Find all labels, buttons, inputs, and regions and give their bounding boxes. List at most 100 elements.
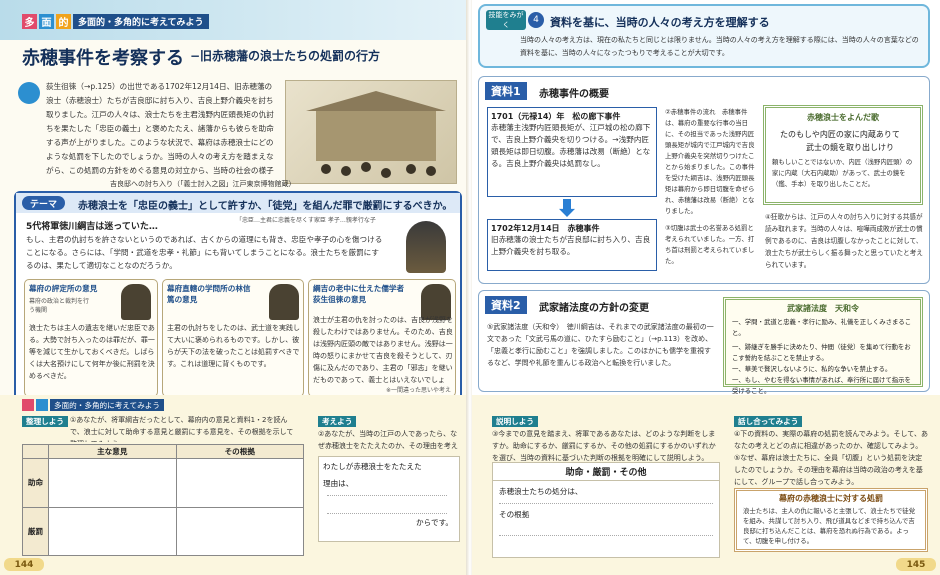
- opinion-text: 浪士たちは主人の遺志を継いだ忠臣である。大勢で討ち入ったのは罪だが、罪一等を減じ…: [29, 324, 155, 380]
- skill-panel: 技能をみがく 4 資料を基に、当時の人々の考え方を理解する 当時の人々の考え方は…: [478, 4, 930, 68]
- page-number: 144: [4, 558, 44, 571]
- source1-label: 資料1: [485, 82, 527, 100]
- fill-end: からです。: [416, 518, 453, 527]
- fill-line: [327, 513, 447, 514]
- fill-in-box[interactable]: わたしが赤穂浪士をたたえた 理由は、 からです。: [318, 456, 460, 542]
- side-note-1: ②赤穂事件の流れ 赤穂事件は、幕府の重要な行事の当日に、その担当であった浅野内匠…: [665, 108, 755, 215]
- source2-text: ⑤武家諸法度（天和令） 徳川綱吉は、それまでの武家諸法度の最初の一文であった「文…: [487, 323, 714, 367]
- law-item: 一、学問・武道と忠義・孝行に励み、礼儀を正しくみさまること。: [732, 318, 912, 337]
- event1-date: 1701（元禄14）年 松の廊下事件: [491, 112, 621, 121]
- event2-date: 1702年12月14日 赤穂事件: [491, 224, 600, 233]
- answer-cell[interactable]: [175, 506, 304, 556]
- law-item: 一、跡継ぎを勝手に決めたり、仲間（徒党）を集めて行動をおこす誓約を結ぶことを禁止…: [732, 343, 911, 362]
- opinion-text: 主君の仇討ちをしたのは、武士道を実践して大いに褒められるものです。しかし、彼らが…: [167, 324, 300, 368]
- activity-tag: 多面的・多角的に考えてみよう: [22, 399, 164, 411]
- skill-text: 当時の人々の考え方は、現在の私たちと同じとは限りません。当時の人々の考え方を理解…: [520, 36, 919, 57]
- poem-desc: ④狂歌からは、江戸の人々の討ち入りに対する共感が読み取れます。当時の人々は、喧嘩…: [765, 213, 923, 269]
- opinion-name: 幕府直轄の学問所の林信篤の意見: [167, 284, 251, 304]
- tag-block-2: 面: [39, 14, 54, 29]
- answer-cell[interactable]: [175, 458, 304, 508]
- tag-block: [22, 399, 34, 411]
- poem-title: 赤穂浪士をよんだ歌: [807, 113, 879, 122]
- answer-header: 助命・厳罰・その他: [493, 463, 719, 481]
- opinion-box-ogyu: 綱吉の老中に仕えた儒学者荻生徂徠の意見 浪士が主君の仇を討ったのは、吉良が浅野を…: [308, 279, 456, 397]
- page-subtitle: −旧赤穂藩の浪士たちの処罰の行方: [190, 49, 381, 63]
- event1-text: 赤穂藩主浅野内匠頭長矩が、江戸城の松の廊下で、吉良上野介義央を切りつける。→浅野…: [491, 123, 651, 168]
- page-title: 赤穂事件を考察する: [22, 48, 184, 69]
- fill-text-1: わたしが赤穂浪士をたたえた: [323, 462, 422, 471]
- tag-block-1: 多: [22, 14, 37, 29]
- source2-title: 武家諸法度の方針の変更: [539, 303, 649, 314]
- opinion-main-title: 5代将軍徳川綱吉は迷っていた…: [26, 222, 158, 232]
- opinion-text: 浪士が主君の仇を討ったのは、吉良が浅野を殺したわけではありません。そのため、吉良…: [313, 316, 453, 384]
- answer-line-1: 赤穂浪士たちの処分は、: [499, 487, 583, 496]
- intro-paragraph: 荻生徂徠（→p.125）の出世である1702年12月14日、旧赤穂藩の浪士（赤穂…: [46, 82, 274, 175]
- opinion-box-hayashi: 幕府直轄の学問所の林信篤の意見 主君の仇討ちをしたのは、武士道を実践して大いに褒…: [162, 279, 304, 397]
- source1-panel: 資料1 赤穂事件の概要 1701（元禄14）年 松の廊下事件 赤穂藩主浅野内匠頭…: [478, 76, 930, 284]
- skill-tag: 技能をみがく: [486, 10, 526, 30]
- opinion-note: 幕府の政治と裁判を行う機関: [29, 298, 90, 314]
- poem-note: 頼もしいことではないか、内匠（浅野内匠頭）の家に内蔵（大石内蔵助）があって、武士…: [772, 158, 913, 188]
- fill-line: [327, 495, 447, 496]
- fill-line: [499, 503, 713, 504]
- side-note-2: ③切腹は武士の名誉ある処罰と考えられていました。一方、打ち首は刑罰と考えられてい…: [665, 224, 755, 265]
- answer-box[interactable]: 助命・厳罰・その他 赤穂浪士たちの処分は、 その根拠: [492, 462, 720, 558]
- answer-cell[interactable]: [48, 458, 177, 508]
- left-page: 多 面 的 多面的・多角的に考えてみよう 赤穂事件を考察する −旧赤穂藩の浪士た…: [0, 0, 468, 575]
- image-caption: 吉良邸への討ち入り（「義士討入之図」江戸東京博物館蔵）: [110, 180, 296, 188]
- task3-label: 説明しよう: [492, 416, 538, 427]
- answer-line-2: その根拠: [499, 510, 530, 519]
- poem-box: 赤穂浪士をよんだ歌 たのもしや内匠の家に内蔵ありて 武士の鏡を取り出しけり 頼も…: [763, 105, 923, 205]
- law-heading: 武家諸法度 天和令: [726, 303, 920, 314]
- skill-title: 資料を基に、当時の人々の考え方を理解する: [550, 16, 770, 29]
- table-row-label: 厳罰: [22, 506, 49, 556]
- tag-label: 多面的・多角的に考えてみよう: [73, 14, 209, 29]
- opinion-name: 幕府の評定所の意見: [29, 284, 98, 293]
- raid-illustration: [285, 80, 457, 184]
- opinion-main-note: 「忠臣…主君に忠義を尽くす家臣 孝子…親孝行な子: [236, 217, 376, 224]
- law-title: 武家諸法度: [787, 304, 827, 313]
- hayashi-portrait: [269, 284, 299, 320]
- opinion-main-text: もし、主君の仇討ちを許さないというのであれば、古くからの道理にも背き、忠臣や孝子…: [26, 235, 383, 270]
- table-header: その根拠: [175, 444, 304, 459]
- fill-line: [499, 535, 713, 536]
- verdict-box: 幕府の赤穂浪士に対する処罰 浪士たちは、主人の仇に報いると主張して、浪士たちで徒…: [734, 488, 928, 552]
- raid-illustration-svg: [306, 91, 446, 178]
- task2-label: 考えよう: [318, 416, 357, 427]
- law-box: 武家諸法度 天和令 一、学問・武道と忠義・孝行に励み、礼儀を正しくみさまること。…: [723, 297, 923, 395]
- opinion-name: 綱吉の老中に仕えた儒学者荻生徂徠の意見: [313, 284, 405, 304]
- tag-block-3: 的: [56, 14, 71, 29]
- event1-box: 1701（元禄14）年 松の廊下事件 赤穂藩主浅野内匠頭長矩が、江戸城の松の廊下…: [487, 107, 657, 197]
- table-header: 主な意見: [48, 444, 177, 459]
- task1-label: 整理しよう: [22, 416, 68, 427]
- page-number: 145: [896, 558, 936, 571]
- law-sub: 天和令: [835, 304, 859, 313]
- flow-arrow-icon: [559, 199, 575, 217]
- theme-text: 赤穂浪士を「忠臣の義士」として許すか、「徒党」を組んだ罪で厳罰にするべきか。: [78, 201, 453, 212]
- opinion-box-hyojosho: 幕府の評定所の意見 幕府の政治と裁判を行う機関 浪士たちは主人の遺志を継いだ忠臣…: [24, 279, 158, 397]
- theme-label: テーマ: [22, 196, 66, 210]
- law-item: 一、華美で贅沢しないように、私的な争いを禁止する。: [732, 365, 892, 373]
- right-page: 技能をみがく 4 資料を基に、当時の人々の考え方を理解する 当時の人々の考え方は…: [472, 0, 940, 575]
- poem-line: 武士の鏡を取り出しけり: [806, 143, 894, 152]
- lead-icon: [18, 82, 40, 104]
- tag-block: [36, 399, 48, 411]
- task2-text: ②あなたが、当時の江戸の人であったら、なぜ赤穂浪士をたたえたのか、その理由を考え…: [318, 430, 458, 450]
- theme-panel: テーマ 赤穂浪士を「忠臣の義士」として許すか、「徒党」を組んだ罪で厳罰にするべき…: [14, 191, 462, 401]
- fill-text-2: 理由は、: [323, 479, 354, 488]
- perspective-tag: 多 面 的 多面的・多角的に考えてみよう: [22, 14, 209, 29]
- law-item: 一、もし、やむを得ない事情があれば、奉行所に届けて指示を受けること。: [732, 376, 911, 395]
- source2-label: 資料2: [485, 296, 527, 314]
- official-portrait: [121, 284, 151, 320]
- tsunayoshi-portrait: [406, 221, 446, 273]
- event2-box: 1702年12月14日 赤穂事件 旧赤穂藩の浪士たちが吉良邸に討ち入り、吉良上野…: [487, 219, 657, 271]
- table-row-label: 助命: [22, 458, 49, 508]
- event2-text: 旧赤穂藩の浪士たちが吉良邸に討ち入り、吉良上野介義央を討ち取る。: [491, 235, 651, 256]
- verdict-title: 幕府の赤穂浪士に対する処罰: [779, 494, 883, 503]
- source1-title: 赤穂事件の概要: [539, 89, 609, 100]
- activity-tag-label: 多面的・多角的に考えてみよう: [50, 399, 164, 411]
- answer-cell[interactable]: [48, 506, 177, 556]
- task4-label: 話し合ってみよう: [734, 416, 803, 427]
- opinion-table: 主な意見 その根拠 助命 厳罰: [22, 444, 304, 556]
- table-corner: [22, 444, 49, 459]
